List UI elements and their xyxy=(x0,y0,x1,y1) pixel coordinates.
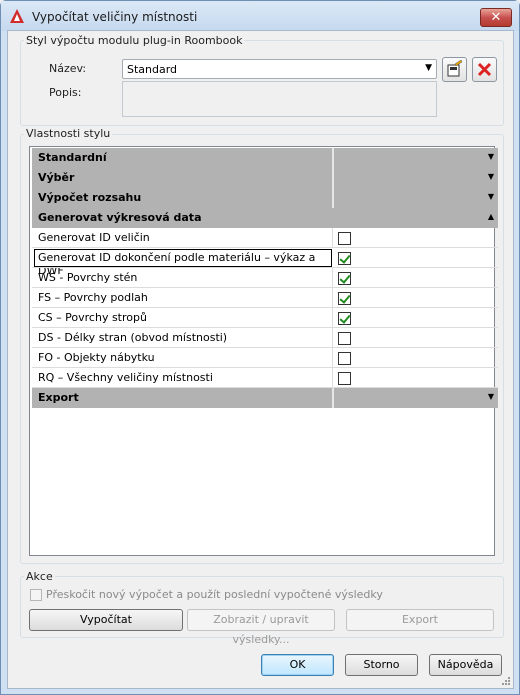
category-label: Standardní xyxy=(38,151,107,164)
property-checkbox[interactable] xyxy=(338,332,351,345)
column-divider xyxy=(332,168,334,188)
property-row[interactable]: RQ – Všechny veličiny místnosti xyxy=(32,368,498,388)
property-label: DS - Délky stran (obvod místnosti) xyxy=(38,331,228,344)
chevron-down-icon[interactable]: ▼ xyxy=(488,152,494,161)
chevron-up-icon[interactable]: ▲ xyxy=(488,212,494,221)
edit-style-icon xyxy=(447,59,463,77)
edit-style-button[interactable] xyxy=(442,57,467,82)
name-label: Název: xyxy=(49,62,87,75)
property-row[interactable]: Generovat ID veličin xyxy=(32,228,498,248)
column-divider xyxy=(332,348,333,368)
property-label: CS – Povrchy stropů xyxy=(38,311,147,324)
category-label: Export xyxy=(38,391,79,404)
property-checkbox[interactable] xyxy=(338,232,351,245)
ok-button[interactable]: OK xyxy=(261,654,334,676)
category-row-vyber[interactable]: Výběr ▼ xyxy=(32,168,498,188)
category-row-generovat-vykresova-data[interactable]: Generovat výkresová data ▲ xyxy=(32,208,498,228)
property-checkbox[interactable] xyxy=(338,372,351,385)
column-divider xyxy=(332,308,333,328)
title-bar[interactable]: Vypočítat veličiny místnosti ✕ xyxy=(1,1,519,31)
export-button[interactable]: Export xyxy=(346,609,494,631)
property-label: Generovat ID veličin xyxy=(38,231,150,244)
description-field[interactable] xyxy=(122,81,437,117)
property-row[interactable]: DS - Délky stran (obvod místnosti) xyxy=(32,328,498,348)
property-row[interactable]: WS - Povrchy stén xyxy=(32,268,498,288)
column-divider xyxy=(332,328,333,348)
autocad-icon xyxy=(10,9,24,23)
property-label: FO - Objekty nábytku xyxy=(38,351,155,364)
property-checkbox[interactable] xyxy=(338,292,351,305)
column-divider xyxy=(332,228,333,248)
column-divider xyxy=(332,388,334,408)
help-button[interactable]: Nápověda xyxy=(429,654,502,676)
category-row-export[interactable]: Export ▼ xyxy=(32,388,498,408)
category-row-standardni[interactable]: Standardní ▼ xyxy=(32,148,498,168)
property-label: RQ – Všechny veličiny místnosti xyxy=(38,371,213,384)
skip-recalc-checkbox[interactable] xyxy=(30,589,42,601)
property-checkbox[interactable] xyxy=(338,352,351,365)
skip-recalc-label: Přeskočit nový výpočet a použít poslední… xyxy=(46,588,383,601)
property-grid[interactable]: Standardní ▼ Výběr ▼ Výpočet rozsahu ▼ G… xyxy=(29,146,498,556)
category-label: Výběr xyxy=(38,171,75,184)
column-divider xyxy=(332,288,333,308)
resize-grip-icon[interactable] xyxy=(501,676,511,686)
property-row[interactable]: Generovat ID dokončení podle materiálu –… xyxy=(32,248,498,277)
dialog-window: Vypočítat veličiny místnosti ✕ Styl výpo… xyxy=(0,0,520,695)
column-divider xyxy=(332,148,334,168)
description-label: Popis: xyxy=(49,86,82,99)
column-divider xyxy=(332,188,334,208)
dialog-client: Styl výpočtu modulu plug-in Roombook Náz… xyxy=(7,30,514,689)
category-label: Výpočet rozsahu xyxy=(38,191,142,204)
property-checkbox[interactable] xyxy=(338,252,351,265)
property-checkbox[interactable] xyxy=(338,312,351,325)
calculate-button[interactable]: Vypočítat xyxy=(29,609,183,631)
chevron-down-icon[interactable]: ▼ xyxy=(488,392,494,401)
delete-icon xyxy=(477,62,492,77)
chevron-down-icon: ▼ xyxy=(425,63,432,73)
delete-style-button[interactable] xyxy=(472,57,497,82)
window-title: Vypočítat veličiny místnosti xyxy=(32,10,198,24)
column-divider xyxy=(332,268,333,288)
category-label: Generovat výkresová data xyxy=(38,211,202,224)
chevron-down-icon[interactable]: ▼ xyxy=(488,172,494,181)
view-edit-results-button[interactable]: Zobrazit / upravit výsledky... xyxy=(187,609,335,646)
chevron-down-icon[interactable]: ▼ xyxy=(488,192,494,201)
close-button[interactable]: ✕ xyxy=(480,8,512,27)
property-label: FS – Povrchy podlah xyxy=(38,291,148,304)
cancel-button[interactable]: Storno xyxy=(345,654,418,676)
property-row[interactable]: CS – Povrchy stropů xyxy=(32,308,498,328)
actions-group-label: Akce xyxy=(24,570,55,583)
property-label: Generovat ID dokončení podle materiálu –… xyxy=(34,249,332,277)
column-divider xyxy=(332,368,333,388)
property-row[interactable]: FO - Objekty nábytku xyxy=(32,348,498,368)
category-row-vypocet-rozsahu[interactable]: Výpočet rozsahu ▼ xyxy=(32,188,498,208)
properties-group-label: Vlastnosti stylu xyxy=(24,127,113,140)
style-group-label: Styl výpočtu modulu plug-in Roombook xyxy=(24,34,245,47)
property-row[interactable]: FS – Povrchy podlah xyxy=(32,288,498,308)
style-name-combo[interactable]: Standard ▼ xyxy=(122,59,437,79)
property-label: WS - Povrchy stén xyxy=(38,271,138,284)
property-checkbox[interactable] xyxy=(338,272,351,285)
style-name-value: Standard xyxy=(127,63,178,76)
